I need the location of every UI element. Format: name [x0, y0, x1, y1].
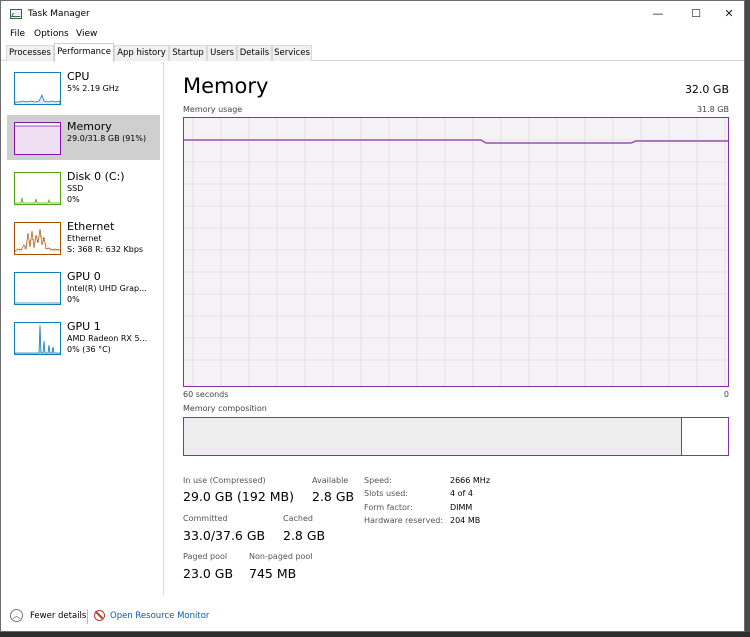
cached-value: 2.8 GB [283, 528, 326, 543]
footer-bar: ︿ Fewer details Open Resource Monitor [1, 601, 744, 629]
gpu1-thumbnail-graph [14, 322, 61, 355]
window-title: Task Manager [28, 9, 90, 19]
tab-users[interactable]: Users [207, 45, 237, 61]
tab-services[interactable]: Services [272, 45, 312, 61]
hardware-reserved-value: 204 MB [450, 516, 481, 525]
gpu1-usage: 0% (36 °C) [67, 345, 111, 354]
ethernet-title: Ethernet [67, 220, 115, 233]
performance-sidebar: CPU 5% 2.19 GHz Memory 29.0/31.8 GB (91%… [1, 62, 164, 595]
in-use-label: In use (Compressed) [183, 476, 266, 485]
sidebar-item-cpu[interactable]: CPU 5% 2.19 GHz [7, 65, 160, 110]
committed-value: 33.0/37.6 GB [183, 528, 266, 543]
cpu-thumbnail-graph [14, 72, 61, 105]
tab-details[interactable]: Details [237, 45, 272, 61]
memory-usage-line [184, 139, 728, 144]
footer-divider [87, 609, 88, 624]
slots-used-value: 4 of 4 [450, 489, 473, 498]
desktop-background-bottom [0, 632, 750, 637]
slots-used-label: Slots used: [364, 489, 408, 498]
gpu0-name: Intel(R) UHD Grap... [67, 284, 147, 293]
resource-monitor-icon [94, 610, 105, 621]
gpu0-title: GPU 0 [67, 270, 101, 283]
sidebar-item-ethernet[interactable]: Ethernet Ethernet S: 368 R: 632 Kbps [7, 215, 160, 260]
menu-view[interactable]: View [76, 29, 97, 39]
desktop-background-right [745, 0, 750, 637]
title-bar: Task Manager — ☐ ✕ [1, 1, 744, 27]
disk-thumbnail-graph [14, 172, 61, 205]
menu-bar: File Options View [1, 27, 744, 43]
speed-value: 2666 MHz [450, 476, 491, 485]
memory-detail-panel: Memory 32.0 GB Memory usage 31.8 GB 60 s… [183, 62, 729, 595]
nonpaged-pool-label: Non-paged pool [249, 552, 313, 561]
form-factor-value: DIMM [450, 503, 473, 512]
tab-processes[interactable]: Processes [6, 45, 54, 61]
available-value: 2.8 GB [312, 489, 355, 504]
disk-usage: 0% [67, 195, 80, 204]
speed-label: Speed: [364, 476, 392, 485]
open-resource-monitor-link[interactable]: Open Resource Monitor [110, 611, 209, 621]
task-manager-icon [10, 9, 22, 19]
time-now-label: 0 [723, 390, 729, 399]
memory-total: 32.0 GB [684, 83, 729, 96]
memory-thumbnail-graph [14, 122, 61, 155]
hardware-reserved-label: Hardware reserved: [364, 516, 444, 525]
cpu-usage: 5% 2.19 GHz [67, 84, 120, 93]
menu-file[interactable]: File [10, 29, 25, 39]
memory-in-use-segment [184, 418, 682, 455]
cpu-title: CPU [67, 70, 90, 83]
gpu1-sparkline [15, 324, 60, 354]
committed-label: Committed [183, 514, 228, 523]
gpu0-usage: 0% [67, 295, 80, 304]
sidebar-item-disk0[interactable]: Disk 0 (C:) SSD 0% [7, 165, 160, 210]
memory-usage: 29.0/31.8 GB (91%) [67, 134, 147, 143]
disk-title: Disk 0 (C:) [67, 170, 125, 183]
chevron-up-icon[interactable]: ︿ [10, 609, 23, 622]
ethernet-sparkline [15, 228, 60, 253]
close-button[interactable]: ✕ [709, 1, 744, 27]
ethernet-adapter: Ethernet [67, 234, 102, 243]
memory-composition-bar [183, 417, 729, 456]
tab-app-history[interactable]: App history [114, 45, 169, 61]
sidebar-item-gpu0[interactable]: GPU 0 Intel(R) UHD Grap... 0% [7, 265, 160, 310]
disk-type: SSD [67, 184, 84, 193]
memory-usage-plot [184, 118, 728, 386]
tab-performance[interactable]: Performance [54, 43, 114, 62]
paged-pool-value: 23.0 GB [183, 566, 234, 581]
in-use-value: 29.0 GB (192 MB) [183, 489, 294, 504]
page-title: Memory [183, 74, 269, 98]
available-label: Available [312, 476, 349, 485]
gpu0-sparkline [15, 302, 60, 304]
ethernet-throughput: S: 368 R: 632 Kbps [67, 245, 144, 254]
gpu0-thumbnail-graph [14, 272, 61, 305]
tab-startup[interactable]: Startup [169, 45, 207, 61]
nonpaged-pool-value: 745 MB [249, 566, 297, 581]
fewer-details-button[interactable]: Fewer details [30, 611, 86, 621]
paged-pool-label: Paged pool [183, 552, 228, 561]
memory-sparkline [15, 125, 60, 154]
sidebar-item-gpu1[interactable]: GPU 1 AMD Radeon RX 5... 0% (36 °C) [7, 315, 160, 360]
sidebar-item-memory[interactable]: Memory 29.0/31.8 GB (91%) [7, 115, 160, 160]
menu-options[interactable]: Options [34, 29, 69, 39]
tab-bar: Processes Performance App history Startu… [1, 43, 744, 62]
task-manager-window: Task Manager — ☐ ✕ File Options View Pro… [0, 0, 745, 632]
memory-title: Memory [67, 120, 112, 133]
form-factor-label: Form factor: [364, 503, 413, 512]
gpu1-title: GPU 1 [67, 320, 101, 333]
gpu1-name: AMD Radeon RX 5... [67, 334, 148, 343]
time-range-label: 60 seconds [183, 390, 229, 399]
cached-label: Cached [283, 514, 313, 523]
minimize-button[interactable]: — [638, 1, 678, 27]
memory-usage-label: Memory usage [183, 105, 243, 114]
memory-usage-max: 31.8 GB [696, 105, 729, 114]
disk-sparkline [15, 197, 60, 204]
memory-usage-graph [183, 117, 729, 387]
ethernet-thumbnail-graph [14, 222, 61, 255]
memory-composition-label: Memory composition [183, 404, 267, 413]
cpu-sparkline [15, 93, 60, 104]
